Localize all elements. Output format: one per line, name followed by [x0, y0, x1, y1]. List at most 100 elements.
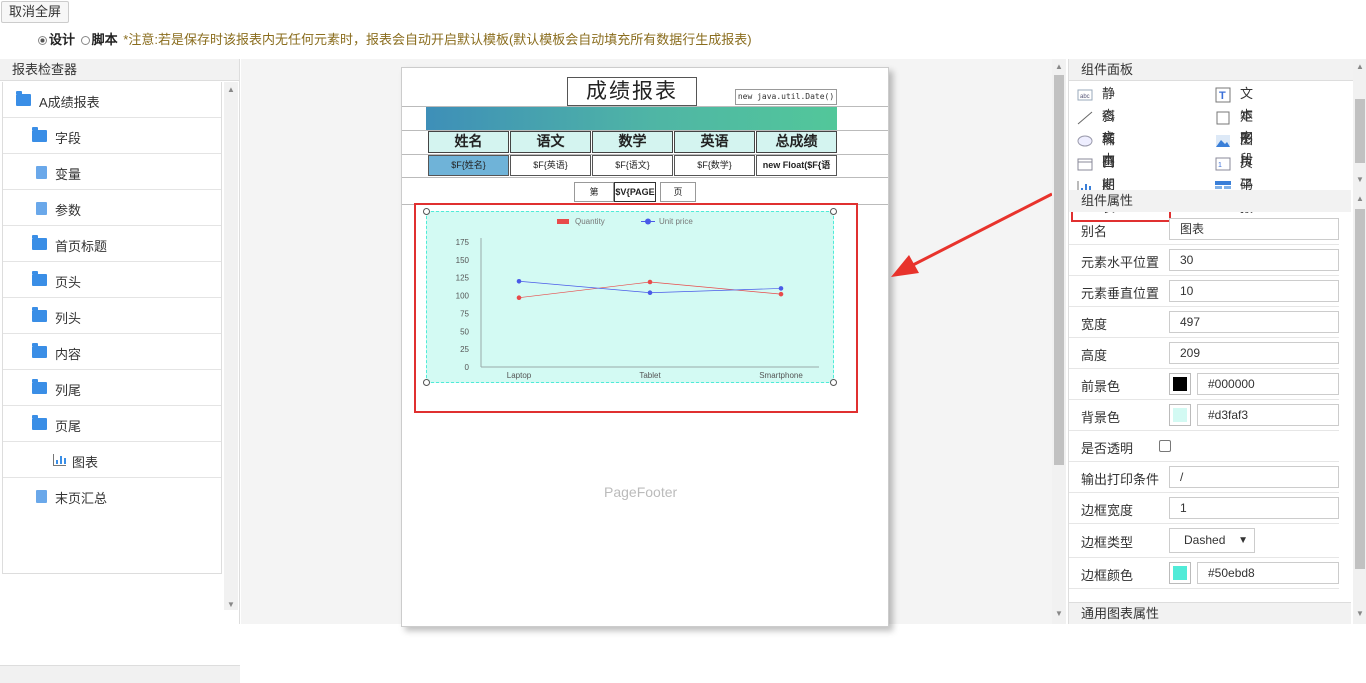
report-page: 成绩报表 new java.util.Date() 姓名 语文 数学 英语 总成… [401, 67, 889, 627]
tree-item-column-header[interactable]: 列头 [3, 298, 221, 334]
prop-label: 输出打印条件 [1081, 472, 1160, 487]
scroll-down-icon[interactable]: ▼ [1055, 609, 1063, 618]
scroll-up-icon[interactable]: ▲ [1356, 194, 1364, 203]
column-header-math[interactable]: 数学 [592, 131, 673, 153]
page-suffix[interactable]: 页 [660, 182, 696, 202]
prop-label: 背景色 [1081, 410, 1121, 425]
exit-fullscreen-button[interactable]: 取消全屏 [1, 1, 70, 23]
field-english[interactable]: $F{英语} [510, 155, 591, 176]
tree-item-page-footer[interactable]: 页尾 [3, 406, 221, 442]
design-radio[interactable] [38, 36, 47, 45]
header-gradient-bar[interactable] [426, 107, 837, 130]
inspector-title: 报表检查器 [0, 59, 239, 81]
border-type-select[interactable]: Dashed ▼ [1169, 528, 1255, 553]
page-prefix[interactable]: 第 [574, 182, 614, 202]
scroll-up-icon[interactable]: ▲ [1055, 62, 1063, 71]
height-input[interactable]: 209 [1169, 342, 1339, 364]
border-width-input[interactable]: 1 [1169, 497, 1339, 519]
background-color-swatch[interactable] [1169, 404, 1191, 426]
scroll-thumb[interactable] [1054, 75, 1064, 465]
tree-item-chart[interactable]: 图表 [3, 442, 221, 478]
scroll-down-icon[interactable]: ▼ [227, 600, 235, 609]
field-total[interactable]: new Float($F{语 [756, 155, 837, 176]
chart-highlight-box [414, 203, 858, 413]
scroll-down-icon[interactable]: ▼ [1356, 175, 1364, 184]
image-icon [1215, 133, 1231, 147]
prop-fg-row: 前景色 #000000 [1069, 369, 1339, 400]
tree-item-fields[interactable]: 字段 [3, 118, 221, 154]
field-chinese[interactable]: $F{语文} [592, 155, 673, 176]
scroll-thumb[interactable] [1355, 99, 1365, 163]
tree-item-label: 首页标题 [55, 239, 108, 254]
background-color-input[interactable]: #d3faf3 [1197, 404, 1339, 426]
rectangle-icon [1215, 110, 1231, 125]
column-header-english[interactable]: 英语 [674, 131, 755, 153]
script-radio[interactable] [80, 36, 90, 45]
tree-item-label: 字段 [55, 131, 82, 146]
page-variable[interactable]: $V{PAGE [614, 182, 656, 202]
canvas-vertical-scrollbar[interactable]: ▲ ▼ [1052, 59, 1066, 624]
tree-item-detail[interactable]: 内容 [3, 334, 221, 370]
ellipse-icon [1077, 133, 1093, 147]
prop-label: 是否透明 [1081, 441, 1134, 456]
date-icon [1077, 156, 1093, 171]
tree-item-summary[interactable]: 末页汇总 [3, 478, 221, 514]
right-panel-scrollbar[interactable]: ▲ ▼ ▲ ▼ [1353, 59, 1366, 624]
column-header-total[interactable]: 总成绩 [756, 131, 837, 153]
alias-input[interactable]: 图表 [1169, 218, 1339, 240]
text-field-icon: T [1215, 87, 1231, 103]
prop-border-type-row: 边框类型 Dashed ▼ [1069, 524, 1339, 558]
scroll-up-icon[interactable]: ▲ [227, 85, 235, 94]
design-canvas: 成绩报表 new java.util.Date() 姓名 语文 数学 英语 总成… [241, 59, 1053, 627]
y-position-input[interactable]: 10 [1169, 280, 1339, 302]
field-name[interactable]: $F{姓名} [428, 155, 509, 176]
scroll-thumb[interactable] [1355, 209, 1365, 569]
prop-label: 元素水平位置 [1081, 255, 1160, 270]
x-position-input[interactable]: 30 [1169, 249, 1339, 271]
inspector-tree: A成绩报表 字段 变量 参数 首页标题 页头 列头 内容 列尾 页尾 图表 末页… [2, 82, 222, 574]
report-title[interactable]: 成绩报表 [567, 77, 697, 106]
column-header-name[interactable]: 姓名 [428, 131, 509, 153]
prop-label: 宽度 [1081, 317, 1108, 332]
field-math[interactable]: $F{数学} [674, 155, 755, 176]
tree-item-title-band[interactable]: 首页标题 [3, 226, 221, 262]
inspector-horizontal-scrollbar[interactable] [0, 665, 240, 683]
report-inspector-panel: 报表检查器 A成绩报表 字段 变量 参数 首页标题 页头 列头 内容 列尾 页尾… [0, 59, 240, 683]
border-color-swatch[interactable] [1169, 562, 1191, 584]
tree-item-label: 列尾 [55, 383, 82, 398]
tree-item-label: 参数 [55, 203, 82, 218]
tree-item-parameters[interactable]: 参数 [3, 190, 221, 226]
tree-item-column-footer[interactable]: 列尾 [3, 370, 221, 406]
design-label[interactable]: 设计 [49, 32, 75, 47]
foreground-color-swatch[interactable] [1169, 373, 1191, 395]
foreground-color-input[interactable]: #000000 [1197, 373, 1339, 395]
date-field[interactable]: new java.util.Date() [735, 89, 837, 105]
prop-label: 边框宽度 [1081, 503, 1134, 518]
column-header-chinese[interactable]: 语文 [510, 131, 591, 153]
transparent-checkbox[interactable] [1159, 440, 1171, 452]
document-icon [36, 166, 47, 179]
prop-height-row: 高度 209 [1069, 338, 1339, 369]
folder-icon [32, 307, 47, 322]
tree-item-report[interactable]: A成绩报表 [3, 82, 221, 118]
component-palette: abc 静态文本 T 文本字段 斜线 矩形 椭圆 图片 日期 1 页码 图 子 [1071, 83, 1349, 237]
svg-text:T: T [1219, 90, 1226, 102]
tree-item-label: 页尾 [55, 419, 82, 434]
prop-label: 别名 [1081, 224, 1108, 239]
page-footer-label: PageFooter [604, 484, 678, 500]
tree-item-page-header[interactable]: 页头 [3, 262, 221, 298]
prop-label: 高度 [1081, 348, 1108, 363]
inspector-vertical-scrollbar[interactable]: ▲ ▼ [224, 82, 238, 610]
tree-item-variables[interactable]: 变量 [3, 154, 221, 190]
document-icon [36, 202, 47, 215]
scroll-up-icon[interactable]: ▲ [1356, 62, 1364, 71]
scroll-down-icon[interactable]: ▼ [1356, 609, 1364, 618]
prop-label: 边框类型 [1081, 535, 1134, 550]
folder-icon [32, 235, 47, 250]
script-label[interactable]: 脚本 [92, 32, 118, 47]
general-chart-props-title: 通用图表属性 [1069, 602, 1351, 624]
border-color-input[interactable]: #50ebd8 [1197, 562, 1339, 584]
width-input[interactable]: 497 [1169, 311, 1339, 333]
properties-title: 组件属性 [1069, 190, 1351, 212]
print-condition-input[interactable]: / [1169, 466, 1339, 488]
